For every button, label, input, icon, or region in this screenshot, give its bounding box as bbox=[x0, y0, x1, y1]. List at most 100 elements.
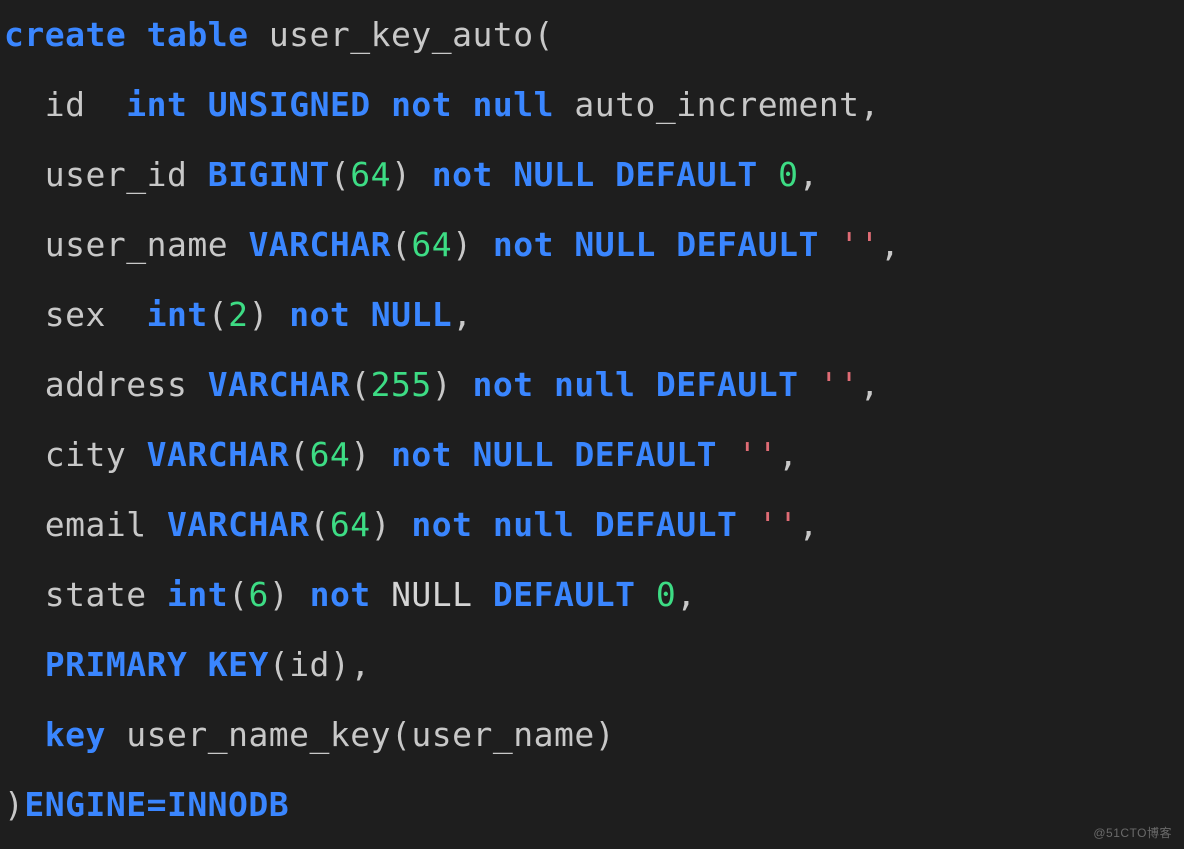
line-5: sex int(2) not NULL, bbox=[4, 295, 473, 334]
kw-not: not bbox=[391, 85, 452, 124]
num-64: 64 bbox=[330, 505, 371, 544]
kw-int: int bbox=[126, 85, 187, 124]
kw-engine: ENGINE=INNODB bbox=[24, 785, 289, 824]
line-2: id int UNSIGNED not null auto_increment, bbox=[4, 85, 880, 124]
auto-increment: auto_increment bbox=[574, 85, 859, 124]
str-empty: '' bbox=[737, 435, 778, 474]
kw-primary: PRIMARY bbox=[45, 645, 188, 684]
num-64: 64 bbox=[310, 435, 351, 474]
kw-not: not bbox=[493, 225, 554, 264]
line-3: user_id BIGINT(64) not NULL DEFAULT 0, bbox=[4, 155, 819, 194]
col-id: id bbox=[45, 85, 86, 124]
str-empty: '' bbox=[839, 225, 880, 264]
line-12: )ENGINE=INNODB bbox=[4, 785, 289, 824]
num-64: 64 bbox=[411, 225, 452, 264]
num-255: 255 bbox=[371, 365, 432, 404]
index-col: user_name bbox=[411, 715, 594, 754]
comma: , bbox=[676, 575, 696, 614]
kw-default: DEFAULT bbox=[574, 435, 717, 474]
paren-open: ( bbox=[289, 435, 309, 474]
col-user-id: user_id bbox=[45, 155, 188, 194]
kw-null: null bbox=[493, 505, 574, 544]
paren-close: ) bbox=[248, 295, 268, 334]
index-name: user_name_key bbox=[126, 715, 391, 754]
num-6: 6 bbox=[248, 575, 268, 614]
line-9: state int(6) not NULL DEFAULT 0, bbox=[4, 575, 697, 614]
kw-null: NULL bbox=[371, 295, 452, 334]
paren-close: ) bbox=[391, 155, 411, 194]
kw-null: NULL bbox=[473, 435, 554, 474]
kw-varchar: VARCHAR bbox=[167, 505, 310, 544]
kw-null: null bbox=[473, 85, 554, 124]
paren-close: ) bbox=[350, 435, 370, 474]
sql-code-block: create table user_key_auto( id int UNSIG… bbox=[0, 0, 1184, 840]
kw-varchar: VARCHAR bbox=[248, 225, 391, 264]
kw-not: not bbox=[391, 435, 452, 474]
comma: , bbox=[880, 225, 900, 264]
comma: , bbox=[778, 435, 798, 474]
paren-close: ) bbox=[452, 225, 472, 264]
table-name: user_key_auto bbox=[269, 15, 534, 54]
paren-open: ( bbox=[208, 295, 228, 334]
paren-close: ) bbox=[595, 715, 615, 754]
comma: , bbox=[350, 645, 370, 684]
str-empty: '' bbox=[758, 505, 799, 544]
kw-null: NULL bbox=[513, 155, 594, 194]
kw-null: NULL bbox=[391, 575, 472, 614]
col-state: state bbox=[45, 575, 147, 614]
paren-close: ) bbox=[432, 365, 452, 404]
paren-open: ( bbox=[330, 155, 350, 194]
paren-close: ) bbox=[330, 645, 350, 684]
kw-not: not bbox=[411, 505, 472, 544]
str-empty: '' bbox=[819, 365, 860, 404]
paren-close: ) bbox=[269, 575, 289, 614]
num-2: 2 bbox=[228, 295, 248, 334]
col-city: city bbox=[45, 435, 126, 474]
num-0: 0 bbox=[656, 575, 676, 614]
kw-not: not bbox=[310, 575, 371, 614]
col-email: email bbox=[45, 505, 147, 544]
paren-close: ) bbox=[371, 505, 391, 544]
num-0: 0 bbox=[778, 155, 798, 194]
line-6: address VARCHAR(255) not null DEFAULT ''… bbox=[4, 365, 880, 404]
kw-bigint: BIGINT bbox=[208, 155, 330, 194]
line-4: user_name VARCHAR(64) not NULL DEFAULT '… bbox=[4, 225, 900, 264]
num-64: 64 bbox=[350, 155, 391, 194]
kw-int: int bbox=[167, 575, 228, 614]
pk-col: id bbox=[289, 645, 330, 684]
paren-open: ( bbox=[269, 645, 289, 684]
paren-open: ( bbox=[391, 225, 411, 264]
col-sex: sex bbox=[45, 295, 106, 334]
comma: , bbox=[798, 505, 818, 544]
line-11: key user_name_key(user_name) bbox=[4, 715, 615, 754]
kw-table: table bbox=[147, 15, 249, 54]
col-user-name: user_name bbox=[45, 225, 228, 264]
kw-null: null bbox=[554, 365, 635, 404]
kw-default: DEFAULT bbox=[656, 365, 799, 404]
paren-open: ( bbox=[310, 505, 330, 544]
kw-not: not bbox=[473, 365, 534, 404]
comma: , bbox=[452, 295, 472, 334]
paren-open: ( bbox=[534, 15, 554, 54]
kw-int: int bbox=[147, 295, 208, 334]
line-7: city VARCHAR(64) not NULL DEFAULT '', bbox=[4, 435, 798, 474]
kw-key: key bbox=[45, 715, 106, 754]
watermark-text: @51CTO博客 bbox=[1093, 824, 1172, 841]
comma: , bbox=[798, 155, 818, 194]
col-address: address bbox=[45, 365, 188, 404]
paren-close: ) bbox=[4, 785, 24, 824]
paren-open: ( bbox=[391, 715, 411, 754]
kw-varchar: VARCHAR bbox=[147, 435, 290, 474]
kw-default: DEFAULT bbox=[615, 155, 758, 194]
kw-default: DEFAULT bbox=[676, 225, 819, 264]
line-1: create table user_key_auto( bbox=[4, 15, 554, 54]
line-8: email VARCHAR(64) not null DEFAULT '', bbox=[4, 505, 819, 544]
comma: , bbox=[860, 365, 880, 404]
kw-key: KEY bbox=[208, 645, 269, 684]
kw-varchar: VARCHAR bbox=[208, 365, 351, 404]
kw-not: not bbox=[289, 295, 350, 334]
kw-create: create bbox=[4, 15, 126, 54]
kw-not: not bbox=[432, 155, 493, 194]
line-10: PRIMARY KEY(id), bbox=[4, 645, 371, 684]
kw-unsigned: UNSIGNED bbox=[208, 85, 371, 124]
